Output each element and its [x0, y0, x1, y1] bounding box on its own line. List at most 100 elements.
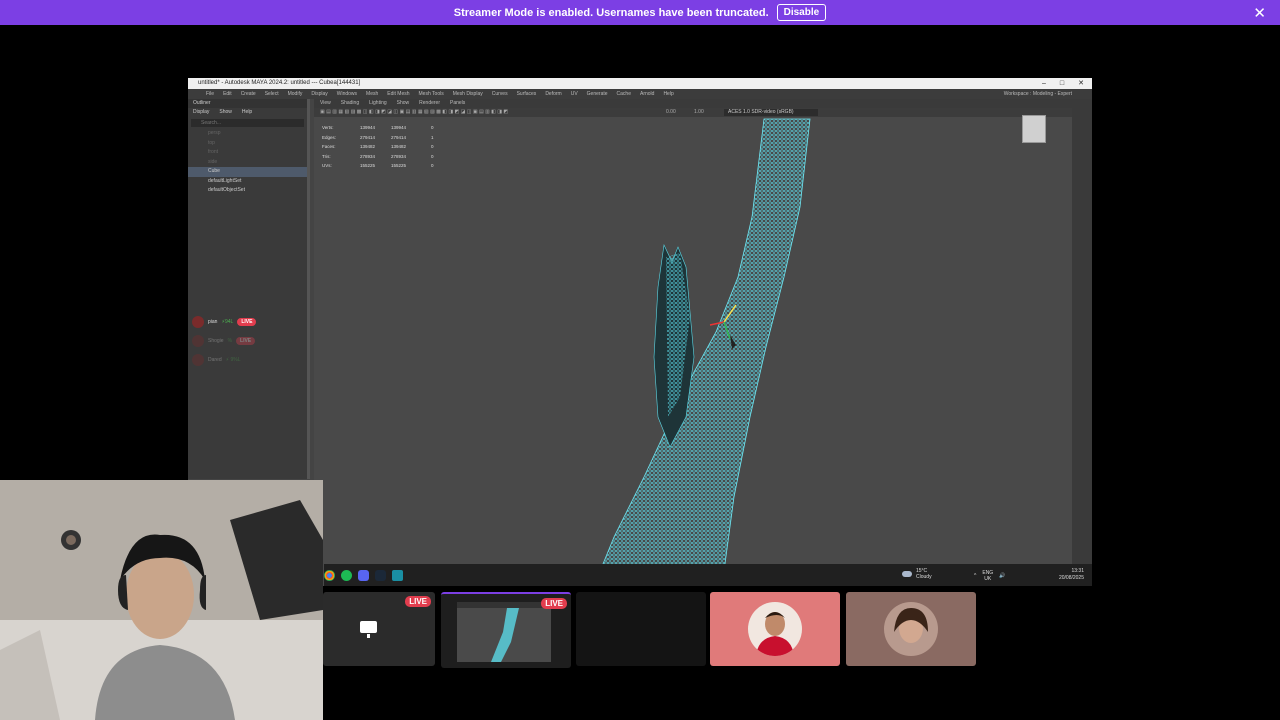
- menu-item-surfaces[interactable]: Surfaces: [517, 89, 537, 99]
- menu-item-edit-mesh[interactable]: Edit Mesh: [387, 89, 409, 99]
- live-badge: LIVE: [405, 596, 431, 607]
- outliner-item[interactable]: persp: [188, 129, 307, 139]
- avatar: [884, 602, 938, 656]
- outliner-item[interactable]: front: [188, 148, 307, 158]
- menu-item-edit[interactable]: Edit: [223, 89, 232, 99]
- cloud-icon: [902, 571, 912, 577]
- menu-item-mesh-tools[interactable]: Mesh Tools: [419, 89, 444, 99]
- call-participant[interactable]: Shogie% LIVE: [192, 333, 312, 349]
- tile-user-avatar[interactable]: [710, 592, 840, 666]
- maya-title-bar: untitled* - Autodesk MAYA 2024.2: untitl…: [188, 78, 1092, 89]
- tile-stream-preview[interactable]: LIVE: [441, 592, 571, 668]
- menu-item-windows[interactable]: Windows: [337, 89, 357, 99]
- outliner-item[interactable]: defaultLightSet: [188, 177, 307, 187]
- menu-item-select[interactable]: Select: [265, 89, 279, 99]
- tile-empty[interactable]: [576, 592, 706, 666]
- menu-item-uv[interactable]: UV: [571, 89, 578, 99]
- taskbar-icons: [324, 570, 403, 581]
- participant-name: Dared: [208, 357, 222, 363]
- view-cube[interactable]: [1022, 115, 1046, 143]
- menu-item-deform[interactable]: Deform: [545, 89, 561, 99]
- participant-status: %: [227, 338, 233, 344]
- avatar: [748, 602, 802, 656]
- language-indicator[interactable]: ENG UK: [982, 570, 993, 582]
- taskbar-clock[interactable]: 13:31 20/08/2025: [1059, 568, 1084, 582]
- outliner-menu-help[interactable]: Help: [242, 108, 252, 117]
- windows-taskbar: 15°C Cloudy ^ ENG UK 🔊 13:31 20/08/2025: [324, 564, 1092, 586]
- workspace-label: Workspace :: [1003, 91, 1032, 97]
- viewport-toolbar-icons[interactable]: ▣ ▤ ▥ ▦ ▧ ▨ ▩ ◫ ◧ ◨ ◩ ◪ ◫ ▣ ▤ ▥ ▦ ▧ ▨ ▩ …: [320, 109, 508, 115]
- viewport-menu-lighting[interactable]: Lighting: [369, 99, 387, 108]
- menu-item-mesh-display[interactable]: Mesh Display: [453, 89, 483, 99]
- maximize-button[interactable]: □: [1060, 78, 1064, 89]
- maya-menu-bar: File Edit Create Select Modify Display Windows…: [188, 89, 1092, 99]
- call-participant[interactable]: Dared ⚡ 9%L: [192, 352, 312, 368]
- weather-widget[interactable]: 15°C Cloudy: [902, 568, 932, 580]
- menu-item-modify[interactable]: Modify: [288, 89, 303, 99]
- menu-item-arnold[interactable]: Arnold: [640, 89, 654, 99]
- viewport-menu-show[interactable]: Show: [397, 99, 410, 108]
- avatar: [192, 354, 204, 366]
- shared-screen: untitled* - Autodesk MAYA 2024.2: untitl…: [188, 78, 1092, 586]
- viewport-menu-panels[interactable]: Panels: [450, 99, 465, 108]
- wireframe-mesh: [593, 118, 811, 586]
- exposure-field[interactable]: 0.00: [666, 108, 676, 117]
- viewport-menu-view[interactable]: View: [320, 99, 331, 108]
- tile-user-avatar-2[interactable]: [846, 592, 976, 666]
- avatar: [192, 335, 204, 347]
- menu-item-file[interactable]: File: [206, 89, 214, 99]
- banner-message: Streamer Mode is enabled. Usernames have…: [453, 6, 769, 19]
- live-badge: LIVE: [236, 337, 256, 345]
- viewport-menu: View Shading Lighting Show Renderer Panels: [314, 99, 1072, 108]
- outliner-panel: Outliner Display Show Help Search... persp…: [188, 99, 310, 479]
- participant-name: pian: [208, 319, 218, 325]
- webcam-feed: [0, 480, 323, 720]
- monitor-icon: [360, 621, 377, 638]
- live-badge: LIVE: [237, 318, 257, 326]
- participant-status: ⚡ 9%L: [225, 357, 241, 363]
- call-participant[interactable]: pian ⚡94L LIVE: [192, 314, 312, 330]
- menu-item-curves[interactable]: Curves: [492, 89, 508, 99]
- window-title: untitled* - Autodesk MAYA 2024.2: untitl…: [198, 80, 361, 86]
- live-badge: LIVE: [541, 598, 567, 609]
- menu-item-generate[interactable]: Generate: [587, 89, 608, 99]
- viewport-menu-renderer[interactable]: Renderer: [419, 99, 440, 108]
- colorspace-dropdown[interactable]: ACES 1.0 SDR-video (sRGB): [724, 109, 818, 116]
- workspace-selector[interactable]: Workspace : Modeling - Expert: [1004, 89, 1072, 99]
- viewport-toolbar: ▣ ▤ ▥ ▦ ▧ ▨ ▩ ◫ ◧ ◨ ◩ ◪ ◫ ▣ ▤ ▥ ▦ ▧ ▨ ▩ …: [314, 108, 1072, 117]
- streamer-mode-banner: Streamer Mode is enabled. Usernames have…: [0, 0, 1280, 25]
- right-side-tabs: [1072, 99, 1092, 586]
- spotify-icon[interactable]: [341, 570, 352, 581]
- participant-name: Shogie: [208, 338, 224, 344]
- disable-button[interactable]: Disable: [776, 4, 827, 21]
- minimize-button[interactable]: –: [1042, 78, 1046, 89]
- volume-icon[interactable]: 🔊: [999, 573, 1005, 579]
- outliner-item[interactable]: top: [188, 139, 307, 149]
- outliner-menu-show[interactable]: Show: [219, 108, 232, 117]
- participant-status: ⚡94L: [221, 319, 234, 325]
- workspace-value: Modeling - Expert: [1032, 91, 1072, 97]
- menu-item-display[interactable]: Display: [311, 89, 327, 99]
- outliner-menu-display[interactable]: Display: [193, 108, 209, 117]
- weather-desc: Cloudy: [916, 574, 932, 580]
- menu-item-help[interactable]: Help: [663, 89, 673, 99]
- outliner-item[interactable]: defaultObjectSet: [188, 186, 307, 196]
- outliner-search-input[interactable]: Search...: [191, 119, 304, 127]
- tile-screen-share[interactable]: LIVE: [323, 592, 435, 666]
- chrome-icon[interactable]: [324, 570, 335, 581]
- menu-item-cache[interactable]: Cache: [617, 89, 631, 99]
- tray-chevron-icon[interactable]: ^: [974, 573, 976, 579]
- outliner-item[interactable]: side: [188, 158, 307, 168]
- maya-icon[interactable]: [392, 570, 403, 581]
- menu-item-mesh[interactable]: Mesh: [366, 89, 378, 99]
- viewport-menu-shading[interactable]: Shading: [341, 99, 359, 108]
- maya-viewport[interactable]: View Shading Lighting Show Renderer Panels ▣ …: [314, 99, 1072, 586]
- outliner-item[interactable]: Cube: [188, 167, 307, 177]
- close-icon[interactable]: ✕: [1253, 4, 1266, 22]
- gamma-field[interactable]: 1.00: [694, 108, 704, 117]
- steam-icon[interactable]: [375, 570, 386, 581]
- discord-icon[interactable]: [358, 570, 369, 581]
- avatar: [192, 316, 204, 328]
- window-close-button[interactable]: ✕: [1078, 78, 1084, 89]
- menu-item-create[interactable]: Create: [241, 89, 256, 99]
